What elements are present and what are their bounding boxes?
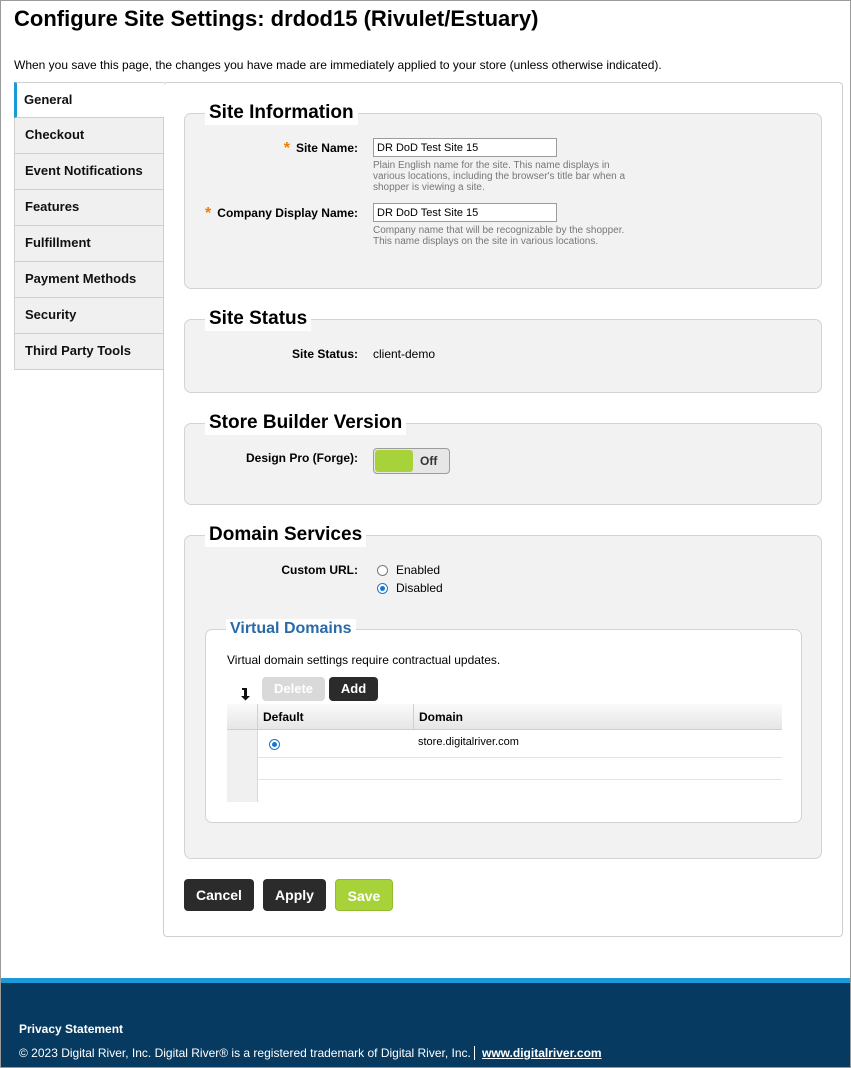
sidebar-item-label: Third Party Tools	[25, 343, 131, 358]
radio-selected-icon[interactable]	[377, 582, 388, 594]
footer-divider	[474, 1046, 475, 1060]
sidebar-item-features[interactable]: Features	[14, 190, 164, 226]
virtual-domains-table: Default Domain store.digitalriver.com	[227, 704, 782, 802]
sidebar-item-label: Payment Methods	[25, 271, 137, 286]
apply-button[interactable]: Apply	[263, 879, 326, 911]
delete-domain-button[interactable]: Delete	[262, 677, 325, 701]
toggle-knob	[375, 450, 413, 472]
section-heading: Domain Services	[205, 523, 367, 547]
section-heading: Site Information	[205, 101, 358, 125]
company-display-name-help: Company name that will be recognizable b…	[373, 225, 625, 247]
virtual-domains-heading: Virtual Domains	[226, 619, 356, 639]
sidebar-item-label: Features	[25, 199, 80, 214]
sidebar-item-label: Event Notifications	[25, 163, 143, 178]
section-heading: Store Builder Version	[205, 411, 407, 435]
table-header: Default Domain	[227, 704, 782, 730]
site-status-label: Site Status:	[291, 347, 358, 361]
sidebar-item-fulfillment[interactable]: Fulfillment	[14, 226, 164, 262]
domain-cell: store.digitalriver.com	[418, 736, 519, 748]
table-row-empty	[258, 758, 782, 780]
column-header-default[interactable]: Default	[263, 710, 304, 724]
save-button[interactable]: Save	[335, 879, 393, 911]
virtual-domains-fieldset: Virtual Domains Virtual domain settings …	[205, 619, 802, 823]
privacy-statement-link[interactable]: Privacy Statement	[19, 1022, 123, 1036]
row-gutter	[227, 730, 258, 802]
arrow-down-icon[interactable]	[240, 687, 252, 701]
company-display-name-label: * Company Display Name:	[205, 205, 358, 222]
sidebar-item-checkout[interactable]: Checkout	[14, 118, 164, 154]
page-title: Configure Site Settings: drdod15 (Rivule…	[14, 6, 539, 31]
column-header-domain[interactable]: Domain	[419, 710, 463, 724]
domain-services-section: Domain Services Custom URL: Enabled Disa…	[184, 523, 822, 859]
sidebar-item-general[interactable]: General	[14, 82, 164, 118]
site-footer: Privacy Statement © 2023 Digital River, …	[1, 978, 850, 1067]
table-row[interactable]: store.digitalriver.com	[258, 730, 782, 758]
site-name-label: * Site Name:	[283, 140, 358, 157]
column-divider	[413, 704, 414, 730]
required-marker: *	[205, 205, 212, 222]
settings-sidebar: General Checkout Event Notifications Fea…	[14, 82, 164, 370]
custom-url-label: Custom URL:	[281, 563, 358, 577]
site-information-section: Site Information *Site Name: Plain Engli…	[184, 101, 822, 289]
site-status-section: Site Status Site Status: client-demo	[184, 307, 822, 393]
sidebar-item-label: General	[24, 92, 73, 107]
required-marker: *	[283, 140, 290, 157]
sidebar-item-label: Fulfillment	[25, 235, 91, 250]
design-pro-toggle[interactable]: Off	[373, 448, 450, 474]
table-header-gutter	[227, 704, 258, 730]
site-name-input[interactable]	[373, 138, 557, 157]
default-domain-radio[interactable]	[269, 739, 280, 750]
sidebar-item-third-party-tools[interactable]: Third Party Tools	[14, 334, 164, 370]
site-status-value: client-demo	[373, 347, 436, 361]
sidebar-item-event-notifications[interactable]: Event Notifications	[14, 154, 164, 190]
cancel-button[interactable]: Cancel	[184, 879, 254, 911]
sidebar-item-label: Checkout	[25, 127, 85, 142]
digitalriver-link[interactable]: www.digitalriver.com	[482, 1046, 602, 1060]
add-domain-button[interactable]: Add	[329, 677, 378, 701]
store-builder-section: Store Builder Version Design Pro (Forge)…	[184, 411, 822, 505]
toggle-state: Off	[420, 454, 438, 468]
sidebar-item-payment-methods[interactable]: Payment Methods	[14, 262, 164, 298]
sidebar-item-security[interactable]: Security	[14, 298, 164, 334]
design-pro-label: Design Pro (Forge):	[245, 451, 358, 465]
section-heading: Site Status	[205, 307, 312, 331]
sidebar-item-label: Security	[25, 307, 77, 322]
page-intro: When you save this page, the changes you…	[14, 58, 662, 72]
copyright-text: © 2023 Digital River, Inc. Digital River…	[19, 1046, 471, 1060]
virtual-domains-note: Virtual domain settings require contract…	[227, 653, 501, 667]
radio-icon[interactable]	[377, 564, 388, 576]
custom-url-disabled-option[interactable]: Disabled	[377, 581, 443, 595]
company-display-name-input[interactable]	[373, 203, 557, 222]
custom-url-enabled-option[interactable]: Enabled	[377, 563, 440, 577]
site-name-help: Plain English name for the site. This na…	[373, 160, 626, 193]
